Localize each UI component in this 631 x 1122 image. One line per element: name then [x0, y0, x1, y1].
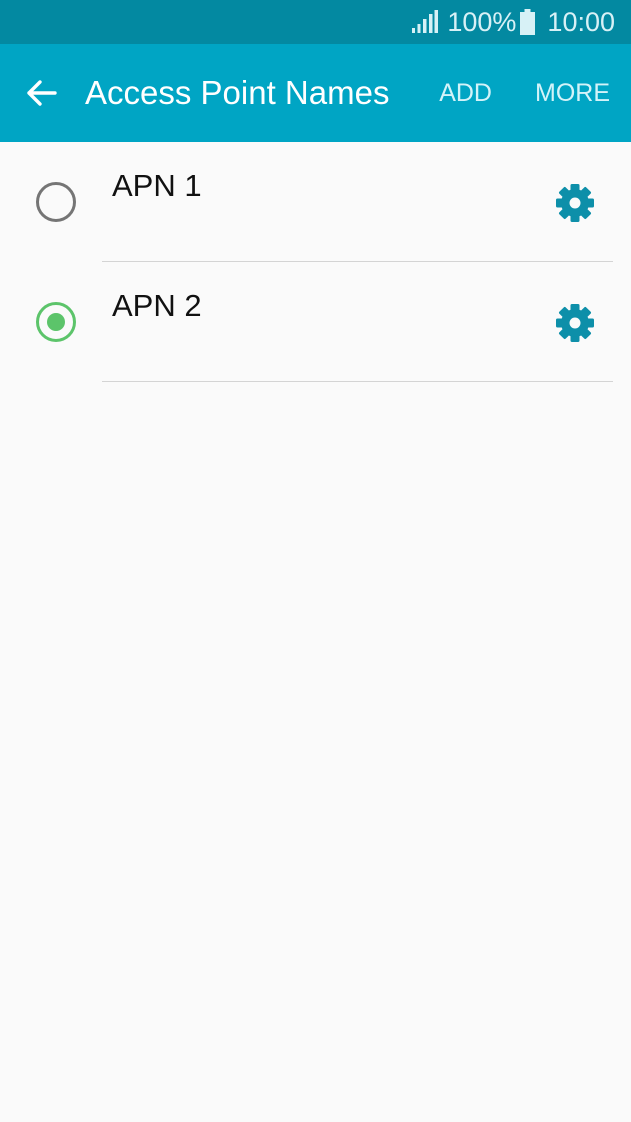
apn-item-1[interactable]: APN 1 — [0, 142, 631, 262]
apn-1-radio[interactable] — [36, 182, 76, 222]
back-button[interactable] — [0, 44, 84, 142]
apn-item-label: APN 1 — [112, 168, 202, 203]
apn-item-label: APN 2 — [112, 288, 202, 323]
add-button[interactable]: ADD — [439, 44, 492, 142]
signal-icon — [412, 10, 439, 33]
battery-percentage: 100% — [447, 6, 517, 37]
apn-list: APN 1 APN 2 — [0, 142, 631, 382]
gear-icon — [556, 184, 594, 222]
apn-item-2[interactable]: APN 2 — [0, 262, 631, 382]
apn-2-radio[interactable] — [36, 302, 76, 342]
more-button[interactable]: MORE — [535, 44, 610, 142]
battery-icon — [520, 9, 536, 35]
status-bar: 100% 10:00 — [0, 0, 631, 44]
radio-selected-dot — [47, 313, 65, 331]
apn-1-settings-button[interactable] — [548, 178, 602, 228]
status-time: 10:00 — [547, 6, 615, 37]
page-title: Access Point Names — [85, 74, 390, 111]
arrow-left-icon — [27, 80, 57, 106]
divider — [102, 381, 613, 382]
app-bar: Access Point Names ADD MORE — [0, 44, 631, 142]
apn-2-settings-button[interactable] — [548, 298, 602, 348]
gear-icon — [556, 304, 594, 342]
